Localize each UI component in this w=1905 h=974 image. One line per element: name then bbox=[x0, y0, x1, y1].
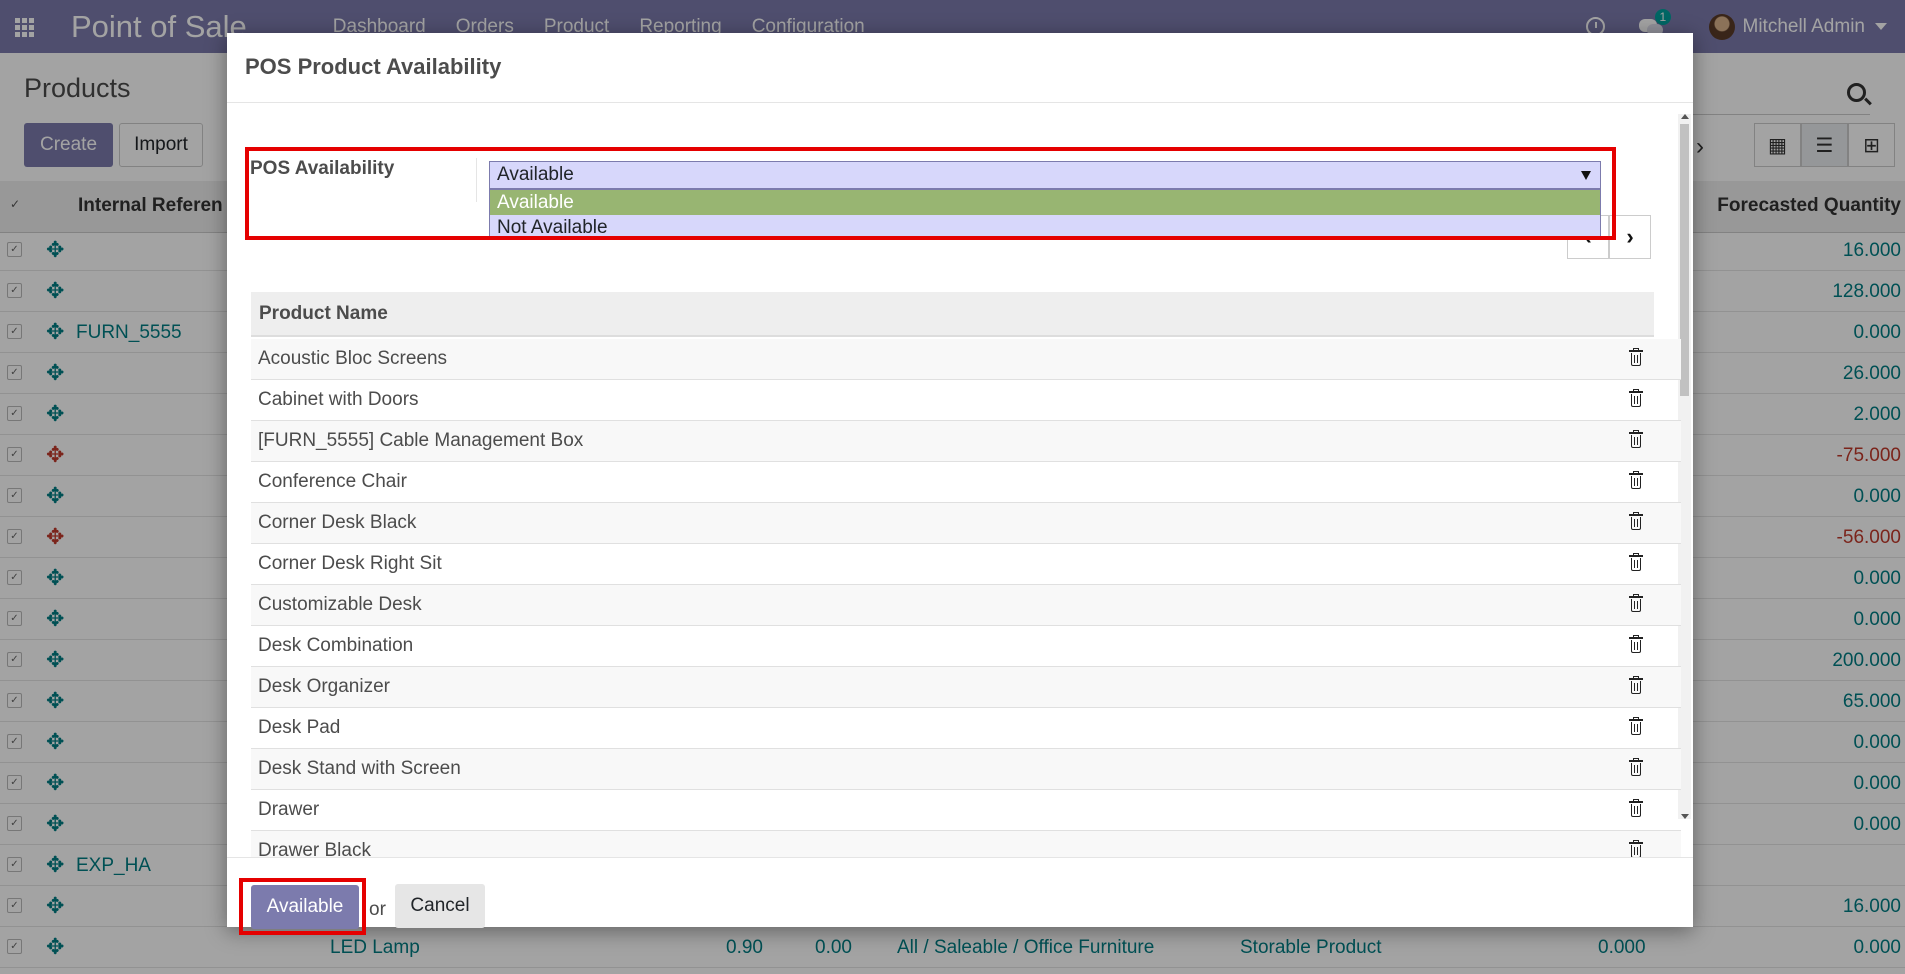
scrollbar-thumb[interactable] bbox=[1680, 124, 1689, 396]
column-product-name[interactable]: Product Name bbox=[259, 303, 388, 325]
product-name: Desk Organizer bbox=[258, 676, 390, 697]
trash-icon[interactable] bbox=[1629, 389, 1643, 408]
trash-icon[interactable] bbox=[1629, 635, 1643, 654]
product-name: Desk Pad bbox=[258, 717, 341, 738]
product-row[interactable]: Desk Organizer bbox=[251, 667, 1681, 708]
scroll-down-icon[interactable] bbox=[1681, 814, 1689, 819]
product-row[interactable]: Conference Chair bbox=[251, 462, 1681, 503]
product-row[interactable]: Drawer bbox=[251, 790, 1681, 831]
trash-icon[interactable] bbox=[1629, 799, 1643, 818]
available-button-highlight bbox=[239, 878, 366, 935]
product-row[interactable]: Corner Desk Black bbox=[251, 503, 1681, 544]
modal-footer: Available or Cancel bbox=[227, 857, 1693, 935]
scroll-up-icon[interactable] bbox=[1681, 114, 1689, 119]
product-row[interactable]: Drawer Black bbox=[251, 831, 1681, 857]
or-text: or bbox=[369, 899, 386, 920]
product-name: Drawer Black bbox=[258, 840, 371, 857]
product-name: Cabinet with Doors bbox=[258, 389, 419, 410]
product-name: Desk Stand with Screen bbox=[258, 758, 461, 779]
trash-icon[interactable] bbox=[1629, 553, 1643, 572]
trash-icon[interactable] bbox=[1629, 717, 1643, 736]
trash-icon[interactable] bbox=[1629, 758, 1643, 777]
product-row[interactable]: Cabinet with Doors bbox=[251, 380, 1681, 421]
product-name: Acoustic Bloc Screens bbox=[258, 348, 448, 369]
product-row[interactable]: Desk Pad bbox=[251, 708, 1681, 749]
modal-title: POS Product Availability bbox=[245, 54, 502, 79]
modal-header: POS Product Availability bbox=[227, 33, 1693, 103]
modal-body: POS Availability ‹ › Available Available… bbox=[227, 104, 1693, 857]
product-name: Desk Combination bbox=[258, 635, 414, 656]
product-name: Conference Chair bbox=[258, 471, 407, 492]
product-name: Corner Desk Right Sit bbox=[258, 553, 442, 574]
product-row[interactable]: Acoustic Bloc Screens bbox=[251, 339, 1681, 380]
product-name: Corner Desk Black bbox=[258, 512, 417, 533]
product-name: Drawer bbox=[258, 799, 320, 820]
product-table-header: Product Name bbox=[251, 292, 1654, 337]
trash-icon[interactable] bbox=[1629, 512, 1643, 531]
trash-icon[interactable] bbox=[1629, 840, 1643, 857]
trash-icon[interactable] bbox=[1629, 676, 1643, 695]
product-row[interactable]: Desk Combination bbox=[251, 626, 1681, 667]
trash-icon[interactable] bbox=[1629, 430, 1643, 449]
cancel-button[interactable]: Cancel bbox=[395, 884, 485, 928]
pos-availability-dialog: POS Product Availability POS Availabilit… bbox=[227, 33, 1693, 935]
trash-icon[interactable] bbox=[1629, 594, 1643, 613]
product-name: Customizable Desk bbox=[258, 594, 422, 615]
trash-icon[interactable] bbox=[1629, 348, 1643, 367]
product-row[interactable]: [FURN_5555] Cable Management Box bbox=[251, 421, 1681, 462]
product-name: [FURN_5555] Cable Management Box bbox=[258, 430, 584, 451]
product-row[interactable]: Customizable Desk bbox=[251, 585, 1681, 626]
product-row[interactable]: Corner Desk Right Sit bbox=[251, 544, 1681, 585]
availability-field-highlight bbox=[245, 147, 1616, 240]
product-row[interactable]: Desk Stand with Screen bbox=[251, 749, 1681, 790]
trash-icon[interactable] bbox=[1629, 471, 1643, 490]
